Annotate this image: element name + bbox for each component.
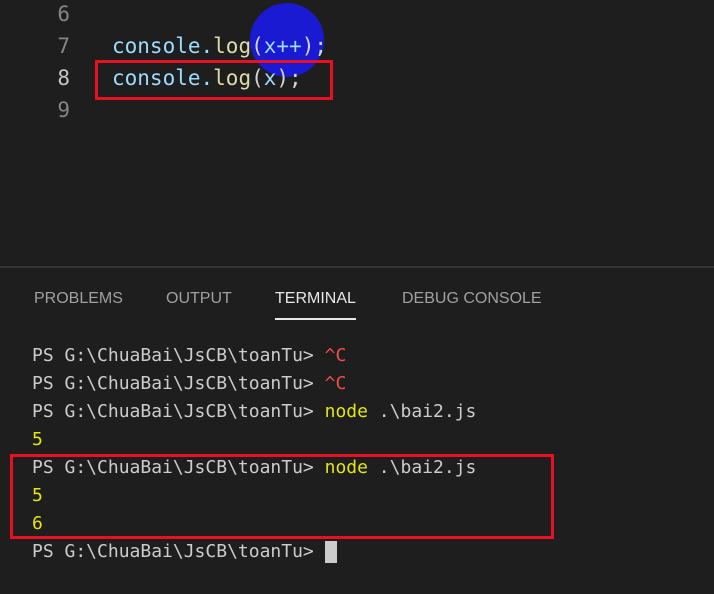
terminal-line: PS G:\ChuaBai\JsCB\toanTu> ^C <box>32 345 346 366</box>
code-editor[interactable]: 6 7 8 9 console.log(x++); console.log(x)… <box>0 0 714 266</box>
line-number: 8 <box>57 66 70 90</box>
line-number: 7 <box>57 34 70 58</box>
terminal-cursor <box>324 541 337 563</box>
code-function: log <box>213 34 252 58</box>
bottom-panel: PROBLEMS OUTPUT TERMINAL DEBUG CONSOLE P… <box>0 266 714 594</box>
code-object: console. <box>112 34 214 58</box>
line-number: 9 <box>57 98 70 122</box>
tab-problems[interactable]: PROBLEMS <box>34 290 123 308</box>
terminal-line: PS G:\ChuaBai\JsCB\toanTu> <box>32 541 337 563</box>
code-arg: x++ <box>263 34 302 58</box>
highlight-box-code <box>95 60 333 100</box>
terminal-line: PS G:\ChuaBai\JsCB\toanTu> ^C <box>32 373 346 394</box>
prompt: PS G:\ChuaBai\JsCB\toanTu> <box>32 541 325 562</box>
highlight-box-terminal <box>10 454 554 539</box>
tab-terminal[interactable]: TERMINAL <box>275 290 356 320</box>
terminal-output: 5 <box>32 429 43 450</box>
command-args: .\bai2.js <box>367 401 477 422</box>
command: node <box>324 401 368 422</box>
code-paren: ); <box>301 34 327 58</box>
command: ^C <box>324 373 347 394</box>
line-number: 6 <box>57 2 70 26</box>
prompt: PS G:\ChuaBai\JsCB\toanTu> <box>32 345 325 366</box>
prompt: PS G:\ChuaBai\JsCB\toanTu> <box>32 401 325 422</box>
code-paren: ( <box>251 34 264 58</box>
tab-debug-console[interactable]: DEBUG CONSOLE <box>402 290 542 308</box>
code-line-7[interactable]: console.log(x++); <box>112 34 327 58</box>
tab-output[interactable]: OUTPUT <box>166 290 232 308</box>
terminal-line: PS G:\ChuaBai\JsCB\toanTu> node .\bai2.j… <box>32 401 476 422</box>
prompt: PS G:\ChuaBai\JsCB\toanTu> <box>32 373 325 394</box>
command: ^C <box>324 345 347 366</box>
